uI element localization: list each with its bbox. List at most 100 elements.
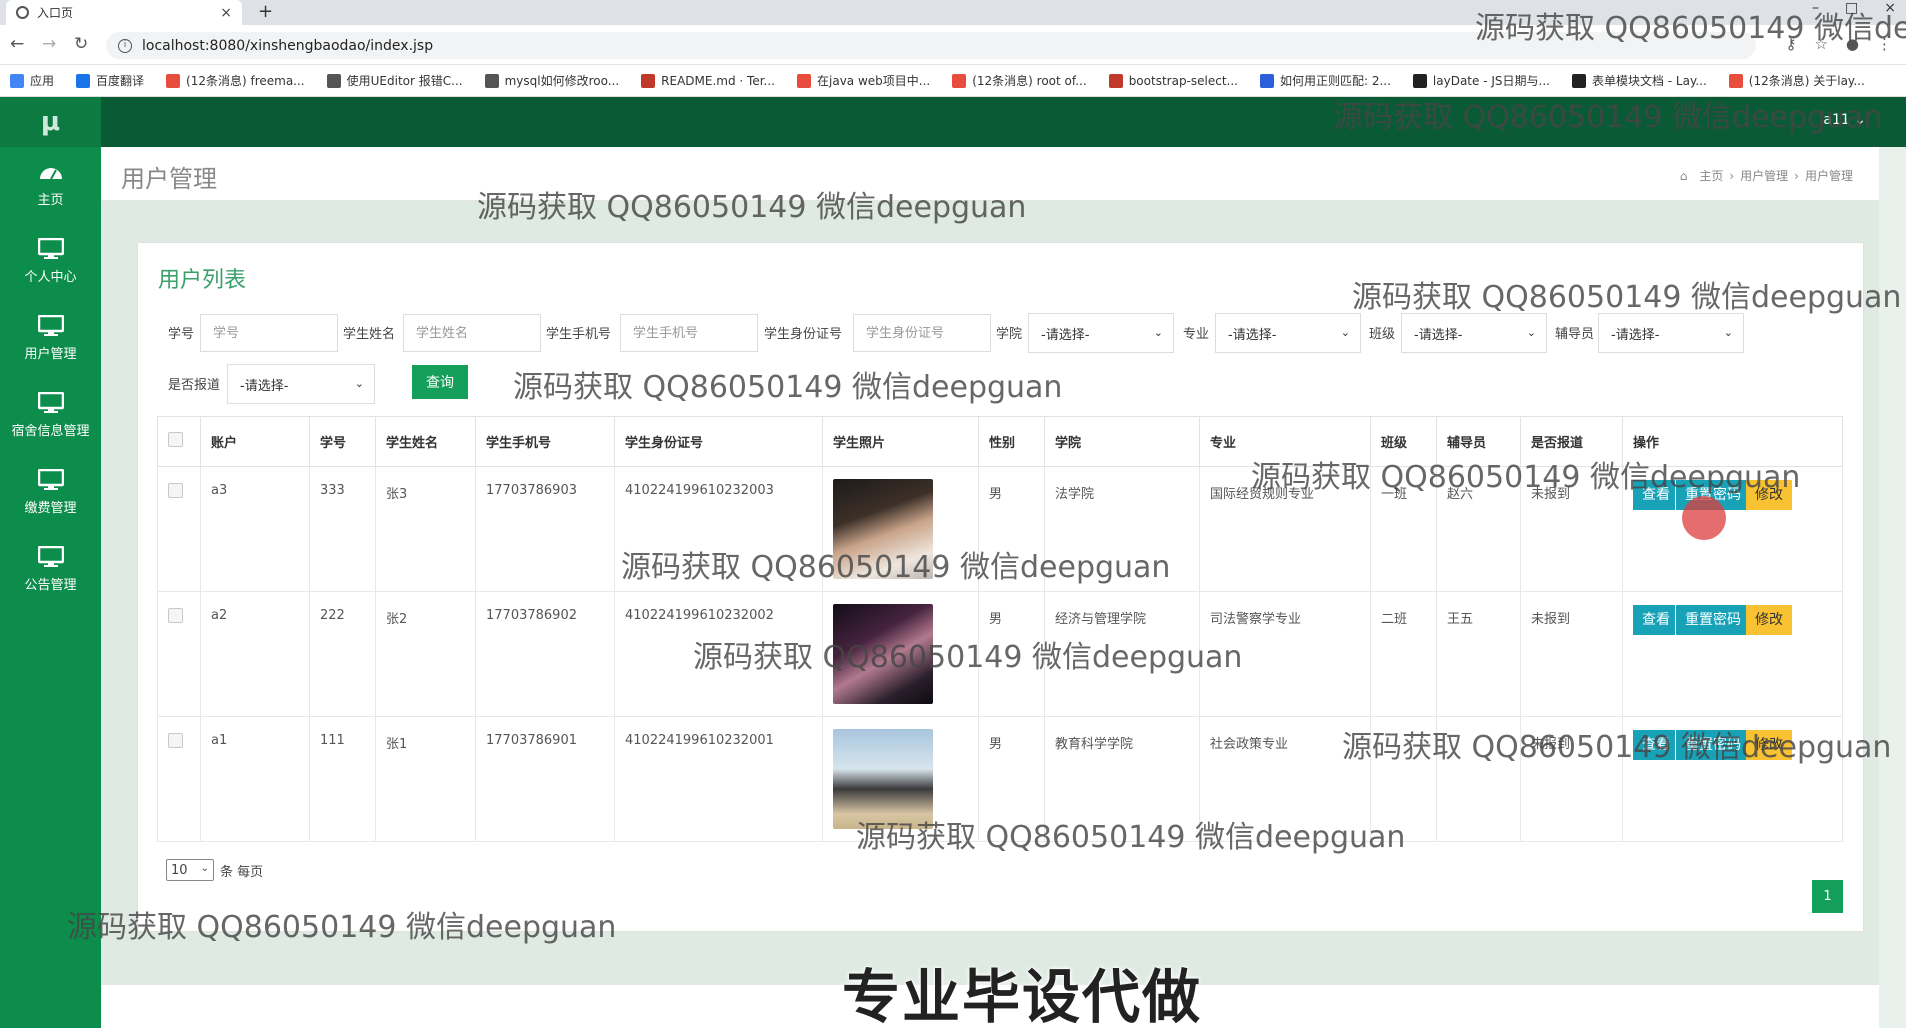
- id-card-input[interactable]: [853, 314, 991, 352]
- phone-input[interactable]: [620, 314, 758, 352]
- info-icon[interactable]: i: [118, 38, 132, 53]
- click-indicator: [1682, 496, 1726, 540]
- bookmark-label: README.md · Ter...: [661, 73, 775, 88]
- promo-banner: 专业毕设代做: [842, 963, 1203, 1028]
- bookmark-item[interactable]: bootstrap-select...: [1108, 73, 1238, 88]
- row-checkbox[interactable]: [168, 608, 183, 623]
- student-name-cell: 张2: [375, 591, 476, 717]
- reset-password-button[interactable]: 重置密码: [1675, 730, 1750, 760]
- phone-label: 学生手机号: [546, 327, 612, 342]
- select-all-cell: [157, 416, 201, 467]
- row-select-cell: [157, 466, 201, 592]
- bookmark-item[interactable]: layDate - JS日期与...: [1412, 72, 1550, 89]
- col-college: 学院: [1044, 416, 1200, 467]
- edit-button[interactable]: 修改: [1746, 730, 1792, 760]
- bookmark-favicon-icon: [797, 73, 811, 88]
- page-1-button[interactable]: 1: [1812, 880, 1843, 913]
- profile-icon[interactable]: ●: [1846, 35, 1859, 53]
- id-card-cell: 410224199610232002: [614, 591, 823, 717]
- forward-icon[interactable]: →: [42, 34, 56, 54]
- browser-tab[interactable]: 入口页 ×: [6, 0, 242, 25]
- row-checkbox[interactable]: [168, 733, 183, 748]
- sidebar-item[interactable]: 个人中心: [0, 224, 101, 301]
- col-phone: 学生手机号: [475, 416, 615, 467]
- student-name-cell: 张1: [375, 716, 476, 842]
- sidebar-item-label: 个人中心: [24, 270, 77, 285]
- col-id-card: 学生身份证号: [614, 416, 823, 467]
- close-icon[interactable]: ×: [220, 5, 232, 21]
- close-window-icon[interactable]: ×: [1884, 0, 1896, 16]
- chevron-down-icon: ⌄: [1340, 326, 1350, 339]
- home-icon: ⌂: [1679, 169, 1688, 183]
- student-name-label: 学生姓名: [343, 327, 396, 342]
- class-select[interactable]: -请选择- ⌄: [1401, 313, 1547, 353]
- bookmark-item[interactable]: mysql如何修改roo...: [484, 72, 619, 89]
- edit-button[interactable]: 修改: [1746, 480, 1792, 510]
- reported-cell: 未报到: [1520, 716, 1623, 842]
- dashboard-icon: [39, 168, 62, 180]
- phone-cell: 17703786903: [475, 466, 615, 592]
- reset-password-button[interactable]: 重置密码: [1675, 605, 1750, 635]
- student-no-cell: 333: [309, 466, 376, 592]
- bookmark-favicon-icon: [166, 73, 181, 88]
- student-name-input[interactable]: [403, 314, 541, 352]
- key-icon[interactable]: ⚷: [1785, 35, 1796, 53]
- table-row: a3 333 张3 17703786903 410224199610232003 男法学院…: [157, 466, 1843, 592]
- bookmark-item[interactable]: (12条消息) root of...: [952, 72, 1087, 89]
- counselor-select[interactable]: -请选择- ⌄: [1598, 313, 1744, 353]
- monitor-icon: [37, 392, 64, 413]
- actions-cell: 查看 重置密码 修改: [1622, 466, 1843, 592]
- bookmark-item[interactable]: 应用: [10, 72, 54, 89]
- sidebar-item[interactable]: 用户管理: [0, 301, 101, 378]
- bookmark-favicon-icon: [952, 73, 967, 88]
- back-icon[interactable]: ←: [10, 34, 24, 54]
- url-field[interactable]: i localhost:8080/xinshengbaodao/index.js…: [106, 32, 1756, 59]
- bookmark-item[interactable]: README.md · Ter...: [641, 73, 775, 88]
- query-button[interactable]: 查询: [412, 365, 468, 399]
- bookmark-item[interactable]: (12条消息) 关于lay...: [1728, 72, 1865, 89]
- bookmark-item[interactable]: 表单模块文档 - Lay...: [1571, 72, 1707, 89]
- col-actions: 操作: [1622, 416, 1843, 467]
- user-menu[interactable]: a11 ⌄: [1823, 112, 1866, 128]
- select-all-checkbox[interactable]: [168, 432, 183, 447]
- breadcrumb-home[interactable]: 主页: [1699, 169, 1723, 183]
- sidebar-item[interactable]: 主页: [0, 147, 101, 224]
- bookmark-item[interactable]: 如何用正则匹配: 2...: [1259, 72, 1391, 89]
- page-size-select[interactable]: 10 ⌄: [166, 859, 214, 881]
- major-select[interactable]: -请选择- ⌄: [1215, 313, 1361, 353]
- class-cell: 二班: [1370, 591, 1437, 717]
- maximize-icon[interactable]: □: [1845, 0, 1858, 16]
- app-logo: μ: [0, 97, 101, 147]
- menu-icon[interactable]: ⋮: [1877, 35, 1892, 53]
- major-cell: 国际经贸规则专业: [1199, 466, 1371, 592]
- bookmark-label: layDate - JS日期与...: [1432, 74, 1550, 88]
- gender-cell: 男: [978, 591, 1045, 717]
- reload-icon[interactable]: ↻: [74, 34, 88, 54]
- row-checkbox[interactable]: [168, 483, 183, 498]
- browser-tabbar: 入口页 × + – □ ×: [0, 0, 1906, 25]
- bookmark-item[interactable]: 在java web项目中...: [797, 72, 930, 89]
- sidebar-item[interactable]: 宿舍信息管理: [0, 378, 101, 455]
- view-button[interactable]: 查看: [1633, 730, 1679, 760]
- page-header: 用户管理 ⌂ 主页 › 用户管理 › 用户管理: [101, 147, 1879, 201]
- gender-cell: 男: [978, 716, 1045, 842]
- account-cell: a2: [200, 591, 310, 717]
- actions-cell: 查看 重置密码 修改: [1622, 716, 1843, 842]
- sidebar-item[interactable]: 公告管理: [0, 532, 101, 609]
- bookmark-item[interactable]: (12条消息) freema...: [166, 72, 305, 89]
- bookmark-item[interactable]: 使用UEditor 报错C...: [326, 72, 463, 89]
- sidebar-item[interactable]: 缴费管理: [0, 455, 101, 532]
- star-icon[interactable]: ☆: [1814, 35, 1827, 53]
- view-button[interactable]: 查看: [1633, 480, 1679, 510]
- view-button[interactable]: 查看: [1633, 605, 1679, 635]
- reported-select[interactable]: -请选择- ⌄: [227, 364, 375, 404]
- breadcrumb-item[interactable]: 用户管理: [1740, 169, 1788, 183]
- edit-button[interactable]: 修改: [1746, 605, 1792, 635]
- student-no-input[interactable]: [200, 314, 338, 352]
- sidebar-item-label: 缴费管理: [24, 501, 77, 516]
- college-select[interactable]: -请选择- ⌄: [1028, 313, 1174, 353]
- minimize-icon[interactable]: –: [1812, 0, 1819, 16]
- student-photo: [833, 729, 933, 829]
- new-tab-icon[interactable]: +: [258, 1, 273, 22]
- bookmark-item[interactable]: 百度翻译: [76, 72, 144, 89]
